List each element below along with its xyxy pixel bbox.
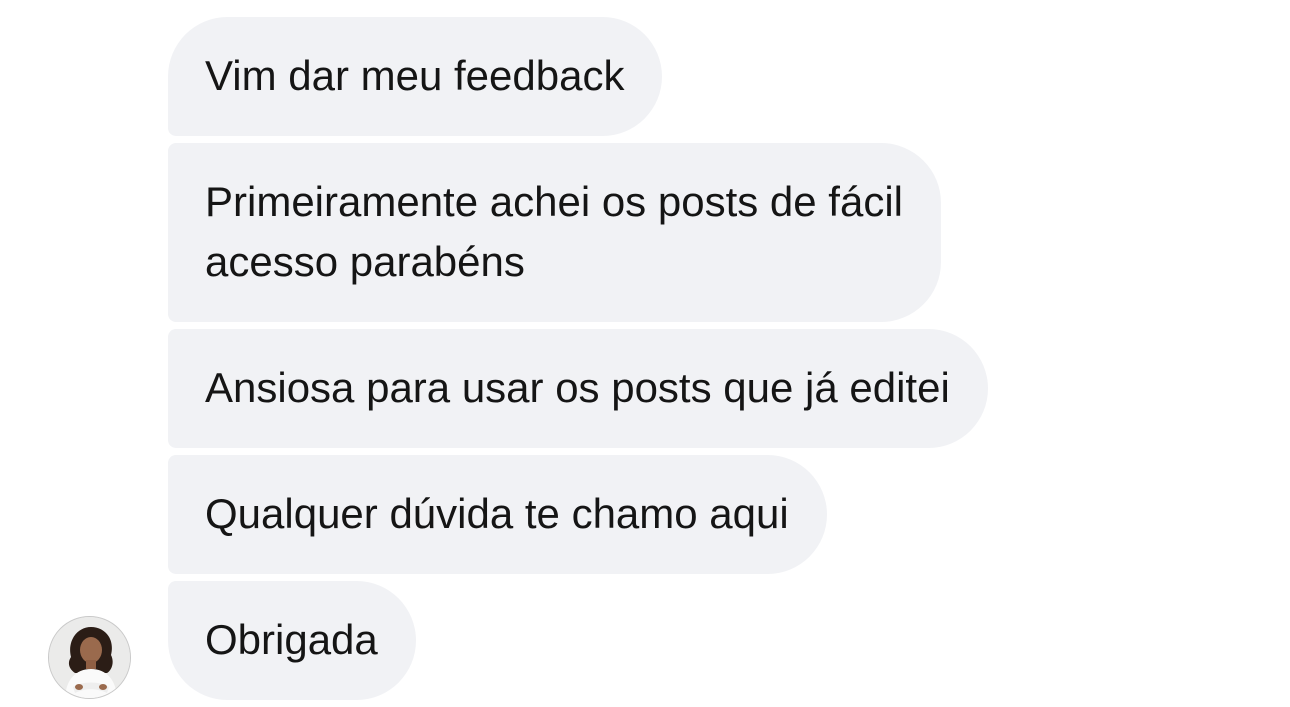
message-text: Ansiosa para usar os posts que já editei [205,364,950,411]
message-bubble[interactable]: Qualquer dúvida te chamo aqui [168,455,827,574]
message-text-line: acesso parabéns [205,238,525,285]
message-text-line: Primeiramente achei os posts de fácil [205,178,903,225]
message-bubble[interactable]: Vim dar meu feedback [168,17,663,136]
user-avatar-photo-icon [49,617,130,698]
message-thread: Vim dar meu feedback Primeiramente achei… [168,17,1168,707]
message-text: Vim dar meu feedback [205,52,625,99]
message-bubble[interactable]: Primeiramente achei os posts de fácil ac… [168,143,941,322]
message-bubble[interactable]: Ansiosa para usar os posts que já editei [168,329,988,448]
avatar[interactable] [48,616,131,699]
message-text: Obrigada [205,616,378,663]
message-bubble[interactable]: Obrigada [168,581,416,700]
message-text: Qualquer dúvida te chamo aqui [205,490,789,537]
